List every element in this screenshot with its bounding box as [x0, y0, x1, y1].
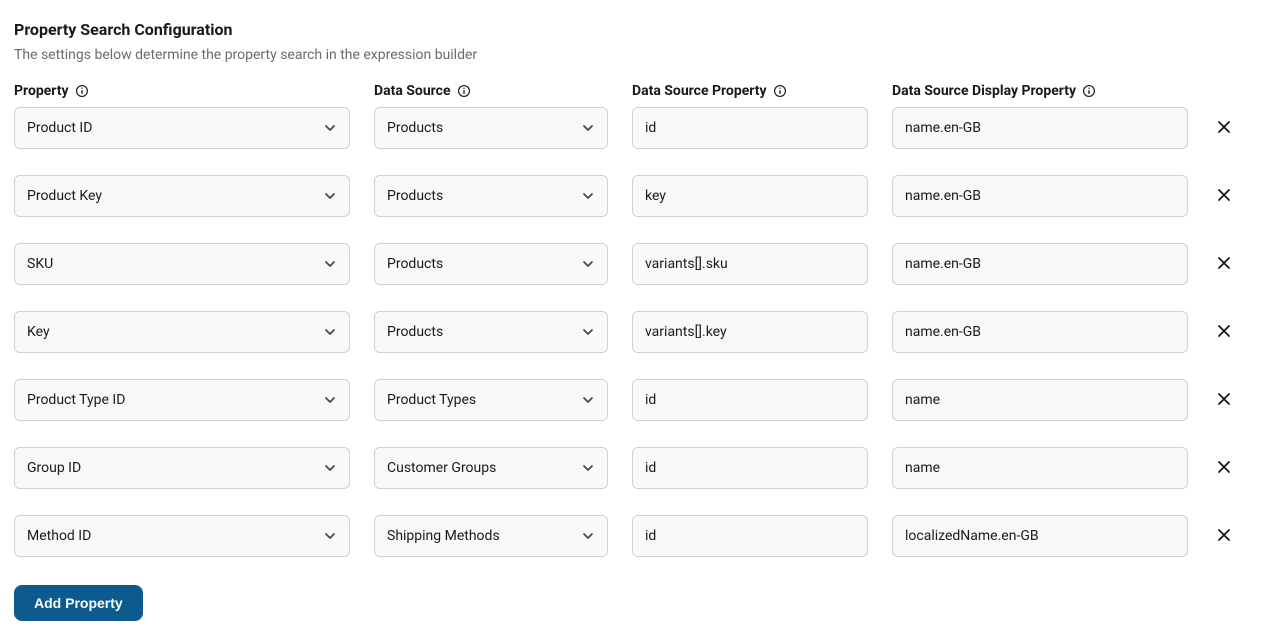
header-property-label: Property [14, 83, 69, 99]
property-select-value: Product Type ID [27, 392, 321, 408]
property-select[interactable]: Product Type ID [14, 379, 350, 421]
datasource-property-input[interactable] [632, 515, 868, 557]
close-icon [1216, 391, 1232, 410]
datasource-select-value: Products [387, 256, 579, 272]
property-select[interactable]: Product ID [14, 107, 350, 149]
datasource-select-value: Products [387, 324, 579, 340]
datasource-select[interactable]: Products [374, 175, 608, 217]
page-title: Property Search Configuration [14, 20, 1250, 39]
property-select[interactable]: Product Key [14, 175, 350, 217]
info-icon[interactable] [773, 84, 787, 98]
info-icon[interactable] [1082, 84, 1096, 98]
table-row: Product Type ID Product Types [14, 379, 1250, 421]
close-icon [1216, 323, 1232, 342]
chevron-down-icon [579, 391, 597, 409]
datasource-select[interactable]: Customer Groups [374, 447, 608, 489]
chevron-down-icon [321, 187, 339, 205]
property-select-value: Product Key [27, 188, 321, 204]
datasource-select-value: Shipping Methods [387, 528, 579, 544]
info-icon[interactable] [75, 84, 89, 98]
table-row: SKU Products [14, 243, 1250, 285]
info-icon[interactable] [457, 84, 471, 98]
table-row: Method ID Shipping Methods [14, 515, 1250, 557]
header-property: Property [14, 83, 350, 99]
remove-row-button[interactable] [1212, 184, 1236, 208]
chevron-down-icon [321, 391, 339, 409]
chevron-down-icon [579, 255, 597, 273]
property-select-value: Method ID [27, 528, 321, 544]
header-dsdisp-label: Data Source Display Property [892, 83, 1076, 99]
close-icon [1216, 187, 1232, 206]
table-row: Product ID Products [14, 107, 1250, 149]
header-dsdisp: Data Source Display Property [892, 83, 1188, 99]
datasource-select[interactable]: Product Types [374, 379, 608, 421]
property-select-value: Key [27, 324, 321, 340]
close-icon [1216, 527, 1232, 546]
table-row: Key Products [14, 311, 1250, 353]
chevron-down-icon [321, 255, 339, 273]
datasource-select-value: Customer Groups [387, 460, 579, 476]
datasource-display-property-input[interactable] [892, 379, 1188, 421]
datasource-property-input[interactable] [632, 107, 868, 149]
property-select[interactable]: SKU [14, 243, 350, 285]
datasource-property-input[interactable] [632, 311, 868, 353]
datasource-property-input[interactable] [632, 175, 868, 217]
chevron-down-icon [321, 323, 339, 341]
datasource-property-input[interactable] [632, 447, 868, 489]
datasource-property-input[interactable] [632, 243, 868, 285]
header-dsprop: Data Source Property [632, 83, 868, 99]
datasource-display-property-input[interactable] [892, 447, 1188, 489]
remove-row-button[interactable] [1212, 524, 1236, 548]
close-icon [1216, 459, 1232, 478]
datasource-display-property-input[interactable] [892, 243, 1188, 285]
chevron-down-icon [579, 459, 597, 477]
property-select[interactable]: Method ID [14, 515, 350, 557]
remove-row-button[interactable] [1212, 116, 1236, 140]
page-description: The settings below determine the propert… [14, 47, 1250, 63]
remove-row-button[interactable] [1212, 320, 1236, 344]
property-select-value: Product ID [27, 120, 321, 136]
datasource-select-value: Products [387, 120, 579, 136]
chevron-down-icon [321, 119, 339, 137]
property-select-value: SKU [27, 256, 321, 272]
datasource-select[interactable]: Products [374, 311, 608, 353]
property-select[interactable]: Key [14, 311, 350, 353]
chevron-down-icon [321, 527, 339, 545]
datasource-display-property-input[interactable] [892, 175, 1188, 217]
close-icon [1216, 119, 1232, 138]
header-dsprop-label: Data Source Property [632, 83, 767, 99]
chevron-down-icon [579, 187, 597, 205]
add-property-button[interactable]: Add Property [14, 585, 143, 621]
datasource-property-input[interactable] [632, 379, 868, 421]
datasource-select-value: Products [387, 188, 579, 204]
table-row: Group ID Customer Groups [14, 447, 1250, 489]
table-header-row: Property Data Source Data Source Propert… [14, 83, 1250, 99]
datasource-select[interactable]: Products [374, 243, 608, 285]
header-datasource-label: Data Source [374, 83, 451, 99]
datasource-select[interactable]: Shipping Methods [374, 515, 608, 557]
header-datasource: Data Source [374, 83, 608, 99]
remove-row-button[interactable] [1212, 456, 1236, 480]
datasource-display-property-input[interactable] [892, 515, 1188, 557]
datasource-select-value: Product Types [387, 392, 579, 408]
chevron-down-icon [579, 527, 597, 545]
close-icon [1216, 255, 1232, 274]
chevron-down-icon [579, 119, 597, 137]
chevron-down-icon [321, 459, 339, 477]
property-select[interactable]: Group ID [14, 447, 350, 489]
chevron-down-icon [579, 323, 597, 341]
remove-row-button[interactable] [1212, 388, 1236, 412]
property-select-value: Group ID [27, 460, 321, 476]
datasource-select[interactable]: Products [374, 107, 608, 149]
config-table: Property Data Source Data Source Propert… [14, 83, 1250, 583]
table-row: Product Key Products [14, 175, 1250, 217]
datasource-display-property-input[interactable] [892, 107, 1188, 149]
rows-container: Product IDProductsProduct KeyProductsSKU… [14, 107, 1250, 583]
datasource-display-property-input[interactable] [892, 311, 1188, 353]
remove-row-button[interactable] [1212, 252, 1236, 276]
